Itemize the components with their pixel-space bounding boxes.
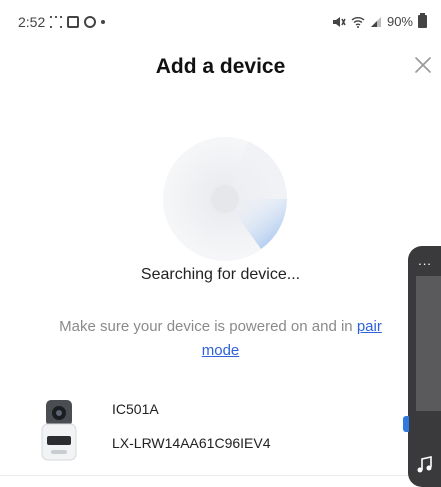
screenshot-icon	[50, 16, 63, 28]
battery-icon	[418, 13, 427, 28]
status-bar: 2:52 90%	[0, 0, 441, 44]
hint-text: Make sure your device is powered on and …	[59, 318, 357, 335]
pair-mode-link-continued[interactable]: mode	[202, 342, 240, 359]
status-left: 2:52	[18, 14, 106, 30]
music-note-icon[interactable]	[414, 454, 436, 476]
pair-mode-link[interactable]: pair	[357, 318, 382, 335]
status-right: 90%	[332, 13, 427, 29]
device-serial: LX-LRW14AA61C96IEV4	[112, 435, 271, 451]
more-icon[interactable]: ...	[414, 254, 436, 268]
device-name: IC501A	[112, 401, 159, 417]
pairing-hint: Make sure your device is powered on and …	[0, 315, 441, 363]
signal-icon	[370, 16, 381, 27]
record-icon	[84, 16, 97, 28]
page-title: Add a device	[155, 55, 286, 78]
gallery-icon	[67, 16, 80, 28]
device-list-item[interactable]: IC501A LX-LRW14AA61C96IEV4	[0, 393, 441, 476]
battery-percent: 90%	[386, 14, 413, 29]
searching-status: Searching for device...	[140, 266, 301, 283]
status-time: 2:52	[18, 14, 46, 30]
camera-device-icon	[41, 400, 77, 461]
mute-icon	[332, 16, 346, 27]
close-icon[interactable]	[412, 54, 434, 76]
divider	[0, 475, 441, 476]
notification-dot-icon	[101, 20, 106, 24]
radar-sweep-icon	[211, 141, 287, 249]
side-accent-marker	[403, 416, 409, 432]
wifi-icon	[351, 16, 365, 28]
side-panel-track	[416, 276, 441, 411]
search-radar	[163, 137, 287, 261]
floating-side-panel[interactable]: ...	[408, 246, 441, 487]
